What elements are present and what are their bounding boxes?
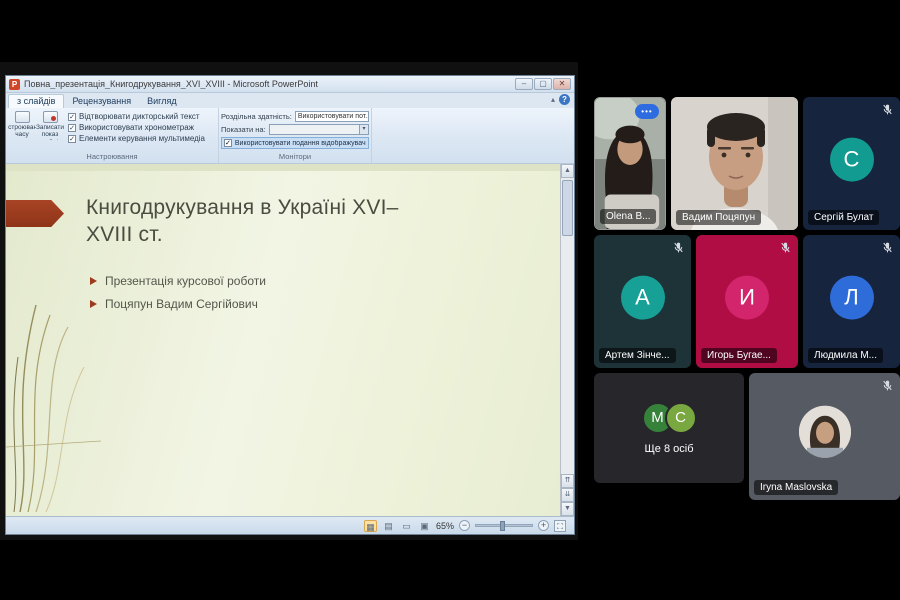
slide-bullet: Презентація курсової роботи — [90, 274, 266, 288]
window-title: Повна_презентація_Книгодрукування_XVI_XV… — [24, 79, 515, 89]
fit-to-window-button[interactable]: ⛶ — [554, 520, 566, 532]
slide-bullet: Поцяпун Вадим Сергійович — [90, 297, 266, 311]
monitors-group-label: Монітори — [221, 151, 369, 163]
tab-slide-show[interactable]: з слайдів — [8, 94, 64, 108]
tab-review[interactable]: Рецензування — [64, 95, 139, 108]
presenter-view-checkbox[interactable]: ✓ Використовувати подання відображувача — [221, 137, 369, 149]
powerpoint-window: P Повна_презентація_Книгодрукування_XVI_… — [5, 75, 575, 535]
title-bar[interactable]: P Повна_презентація_Книгодрукування_XVI_… — [6, 76, 574, 93]
checkbox-check-icon: ✓ — [68, 135, 76, 143]
participant-tile-artem[interactable]: А Артем Зінче... — [594, 235, 691, 368]
overflow-count-label: Ще 8 осіб — [644, 443, 693, 455]
help-icon[interactable]: ? — [559, 94, 570, 105]
slide-title: Книгодрукування в Україні XVI–XVIII ст. — [86, 194, 416, 249]
participant-name: Артем Зінче... — [599, 348, 676, 363]
scrollbar-thumb[interactable] — [562, 180, 573, 236]
participant-tile-liudmyla[interactable]: Л Людмила М... — [803, 235, 900, 368]
avatar-initial: С — [665, 402, 697, 434]
play-narrations-checkbox[interactable]: ✓ Відтворювати дикторський текст — [68, 112, 214, 121]
mic-muted-icon — [779, 241, 792, 254]
slide-bullet-list: Презентація курсової роботи Поцяпун Вади… — [90, 274, 266, 311]
status-bar: ▦ ▤ ▭ ▣ 65% − + ⛶ — [6, 516, 574, 534]
ribbon: Настроювання часу Записати показ слайдів… — [6, 108, 574, 164]
avatar-initial: А — [621, 275, 665, 319]
participant-tile-vadym[interactable]: Вадим Поцяпун — [671, 97, 798, 230]
use-timings-checkbox[interactable]: ✓ Використовувати хронометраж — [68, 123, 214, 132]
participant-tile-serhii[interactable]: С Сергій Булат — [803, 97, 900, 230]
record-slideshow-button[interactable]: Записати показ слайдів — [36, 109, 64, 151]
avatar-initial: Л — [830, 275, 874, 319]
participant-name: Iryna Maslovska — [754, 480, 838, 495]
reading-view-button[interactable]: ▭ — [400, 520, 413, 532]
show-on-dropdown[interactable]: ▾ — [269, 124, 369, 135]
scroll-down-button[interactable]: ▼ — [561, 502, 574, 516]
normal-view-button[interactable]: ▦ — [364, 520, 377, 532]
resolution-dropdown[interactable]: Використовувати пот... ▾ — [295, 111, 369, 122]
participant-tile-igor[interactable]: И Игорь Бугае... — [696, 235, 798, 368]
powerpoint-app-icon: P — [9, 79, 20, 90]
screen-share-region: P Повна_презентація_Книгодрукування_XVI_… — [0, 62, 578, 540]
zoom-level: 65% — [436, 521, 454, 531]
ribbon-group-monitors: Роздільна здатність: Використовувати пот… — [219, 108, 372, 163]
mic-muted-icon — [881, 103, 894, 116]
zoom-slider[interactable] — [475, 524, 533, 527]
rehearse-timings-icon — [15, 111, 30, 123]
previous-slide-button[interactable]: ⇈ — [561, 474, 574, 488]
mic-muted-icon — [672, 241, 685, 254]
participant-name: Сергій Булат — [808, 210, 879, 225]
rehearse-timings-button[interactable]: Настроювання часу — [8, 109, 36, 151]
slide-canvas[interactable]: Книгодрукування в Україні XVI–XVIII ст. … — [6, 164, 560, 516]
checkbox-check-icon: ✓ — [224, 139, 232, 147]
avatar-initial: И — [725, 275, 769, 319]
chevron-down-icon: ▾ — [359, 125, 368, 134]
participant-tile-olena[interactable]: ••• Olena B... — [594, 97, 666, 230]
close-button[interactable]: ✕ — [553, 78, 571, 90]
tab-view[interactable]: Вигляд — [139, 95, 185, 108]
meeting-stage: P Повна_презентація_Книгодрукування_XVI_… — [0, 0, 900, 600]
participant-name: Вадим Поцяпун — [676, 210, 761, 225]
participant-name: Людмила М... — [808, 348, 883, 363]
maximize-button[interactable]: ▢ — [534, 78, 552, 90]
resolution-label: Роздільна здатність: — [221, 112, 292, 121]
setup-group-label: Настроювання — [8, 151, 216, 163]
slideshow-view-button[interactable]: ▣ — [418, 520, 431, 532]
zoom-in-button[interactable]: + — [538, 520, 549, 531]
slide-editing-area: Книгодрукування в Україні XVI–XVIII ст. … — [6, 164, 574, 516]
avatar-photo — [799, 405, 851, 457]
zoom-out-button[interactable]: − — [459, 520, 470, 531]
participant-name: Игорь Бугае... — [701, 348, 777, 363]
show-on-label: Показати на: — [221, 125, 266, 134]
zoom-slider-thumb[interactable] — [500, 521, 505, 531]
checkbox-check-icon: ✓ — [68, 124, 76, 132]
minimize-ribbon-icon[interactable]: ▴ — [551, 95, 555, 104]
avatar-initial: С — [830, 137, 874, 181]
mic-muted-icon — [881, 379, 894, 392]
ribbon-tab-row: з слайдів Рецензування Вигляд ▴ ? — [6, 93, 574, 108]
participant-name: Olena B... — [600, 209, 656, 224]
slide-decorative-curves — [6, 297, 101, 512]
slide-accent-arrow — [6, 200, 64, 227]
vertical-scrollbar[interactable]: ▲ ⇈ ⇊ ▼ — [560, 164, 574, 516]
checkbox-check-icon: ✓ — [68, 113, 76, 121]
slide-top-band — [6, 164, 560, 171]
mic-muted-icon — [881, 241, 894, 254]
ribbon-group-setup: Настроювання часу Записати показ слайдів… — [6, 108, 219, 163]
minimize-button[interactable]: – — [515, 78, 533, 90]
participant-tile-iryna[interactable]: Iryna Maslovska — [749, 373, 900, 500]
bullet-arrow-icon — [90, 277, 97, 285]
next-slide-button[interactable]: ⇊ — [561, 488, 574, 502]
slide-sorter-view-button[interactable]: ▤ — [382, 520, 395, 532]
participant-tile-overflow[interactable]: М С Ще 8 осіб — [594, 373, 744, 483]
overflow-avatars: М С — [642, 402, 697, 434]
show-media-controls-checkbox[interactable]: ✓ Елементи керування мультимедіа — [68, 134, 214, 143]
record-slideshow-icon — [43, 111, 58, 123]
scroll-up-button[interactable]: ▲ — [561, 164, 574, 178]
more-options-button[interactable]: ••• — [635, 104, 659, 119]
